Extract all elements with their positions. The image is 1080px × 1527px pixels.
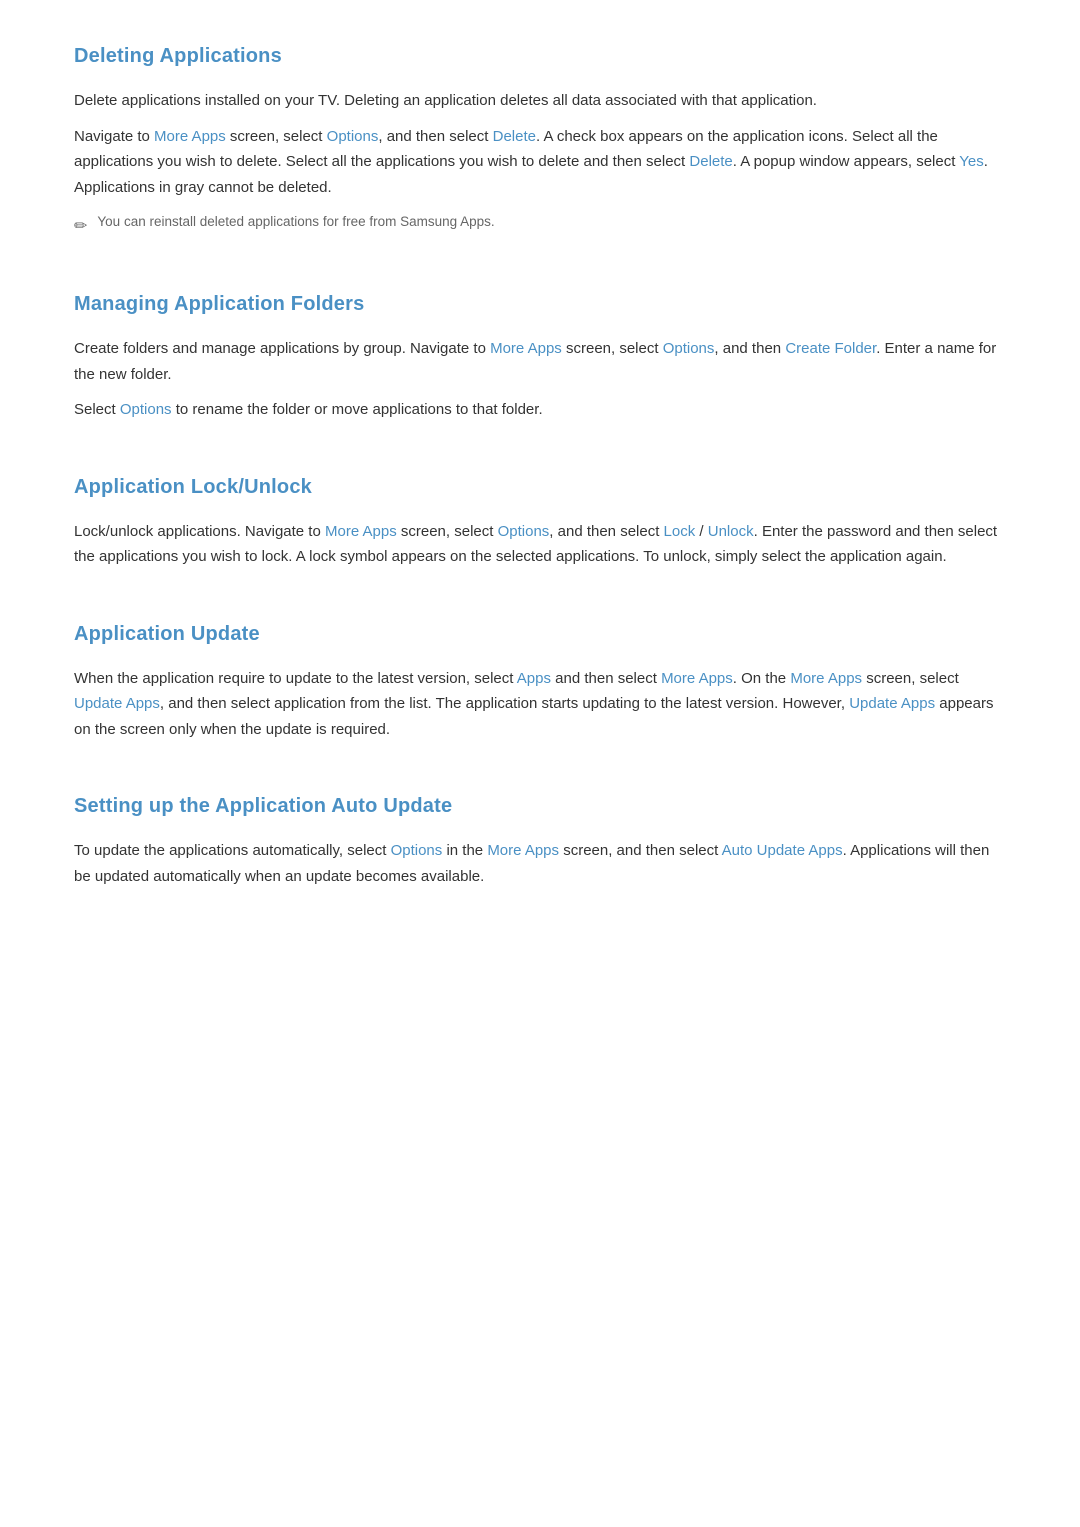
auto-update-para-1: To update the applications automatically… [74,838,1006,889]
deleting-para-2: Navigate to More Apps screen, select Opt… [74,124,1006,201]
section-title-folders: Managing Application Folders [74,288,1006,320]
note-text: You can reinstall deleted applications f… [97,212,494,232]
link-update-apps-2[interactable]: Update Apps [849,695,935,712]
section-body-folders: Create folders and manage applications b… [74,336,1006,423]
link-auto-update-apps[interactable]: Auto Update Apps [722,842,843,859]
section-managing-folders: Managing Application Folders Create fold… [74,288,1006,423]
section-body-lock: Lock/unlock applications. Navigate to Mo… [74,519,1006,570]
link-more-apps-2[interactable]: More Apps [490,340,562,357]
link-lock[interactable]: Lock [664,523,696,540]
link-options-5[interactable]: Options [391,842,443,859]
link-more-apps-3[interactable]: More Apps [325,523,397,540]
link-apps-1[interactable]: Apps [517,670,551,687]
section-auto-update: Setting up the Application Auto Update T… [74,790,1006,889]
page-content: Deleting Applications Delete application… [74,40,1006,889]
link-options-2[interactable]: Options [663,340,715,357]
link-more-apps-4[interactable]: More Apps [661,670,733,687]
note-box: ✏ You can reinstall deleted applications… [74,212,1006,240]
link-create-folder[interactable]: Create Folder [785,340,876,357]
link-update-apps-1[interactable]: Update Apps [74,695,160,712]
section-deleting-applications: Deleting Applications Delete application… [74,40,1006,240]
section-title-lock: Application Lock/Unlock [74,471,1006,503]
section-title-update: Application Update [74,618,1006,650]
section-title-deleting: Deleting Applications [74,40,1006,72]
link-options-1[interactable]: Options [327,128,379,145]
link-delete-2[interactable]: Delete [689,153,732,170]
link-options-3[interactable]: Options [120,401,172,418]
section-body-deleting: Delete applications installed on your TV… [74,88,1006,240]
section-body-update: When the application require to update t… [74,666,1006,743]
note-icon: ✏ [74,213,87,240]
section-body-auto-update: To update the applications automatically… [74,838,1006,889]
link-unlock[interactable]: Unlock [708,523,754,540]
folders-para-1: Create folders and manage applications b… [74,336,1006,387]
update-para-1: When the application require to update t… [74,666,1006,743]
link-options-4[interactable]: Options [498,523,550,540]
link-yes[interactable]: Yes [959,153,983,170]
link-more-apps-6[interactable]: More Apps [487,842,559,859]
section-lock-unlock: Application Lock/Unlock Lock/unlock appl… [74,471,1006,570]
section-app-update: Application Update When the application … [74,618,1006,743]
link-delete-1[interactable]: Delete [493,128,536,145]
link-more-apps-1[interactable]: More Apps [154,128,226,145]
lock-para-1: Lock/unlock applications. Navigate to Mo… [74,519,1006,570]
deleting-para-1: Delete applications installed on your TV… [74,88,1006,114]
section-title-auto-update: Setting up the Application Auto Update [74,790,1006,822]
folders-para-2: Select Options to rename the folder or m… [74,397,1006,423]
link-more-apps-5[interactable]: More Apps [790,670,862,687]
